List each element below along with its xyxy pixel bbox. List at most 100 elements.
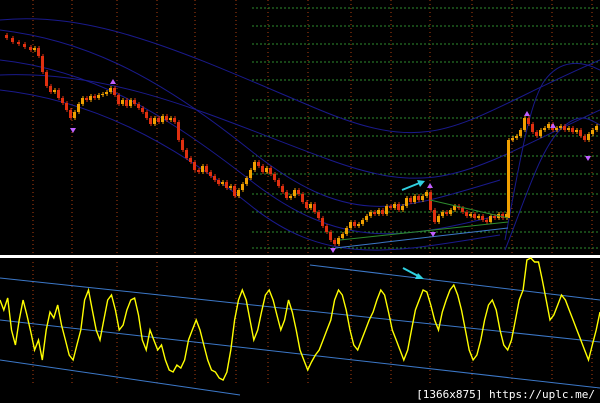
fractal-arrow-icon xyxy=(70,128,76,133)
candle-body xyxy=(41,56,44,72)
candle-body xyxy=(69,110,72,118)
candle-body xyxy=(249,170,252,178)
candle-body xyxy=(245,178,248,184)
candle-body xyxy=(105,92,108,94)
candle-body xyxy=(81,98,84,104)
candle-body xyxy=(121,100,124,104)
fractal-arrow-icon xyxy=(585,156,591,161)
candle-body xyxy=(567,128,570,130)
candle-body xyxy=(61,98,64,103)
candle-body xyxy=(587,134,590,140)
candle-body xyxy=(93,96,96,98)
candle-body xyxy=(401,206,404,210)
candle-body xyxy=(575,130,578,132)
candle-body xyxy=(177,122,180,140)
candle-body xyxy=(241,184,244,190)
chart-window[interactable]: [1366x875] https://uplc.me/ xyxy=(0,0,600,403)
candle-body xyxy=(469,214,472,216)
candle-body xyxy=(405,198,408,206)
candle-body xyxy=(37,48,40,56)
candle-body xyxy=(341,234,344,238)
osc-channel-line xyxy=(0,277,600,343)
candle-body xyxy=(205,166,208,172)
osc-channel-line xyxy=(0,319,600,389)
candle-body xyxy=(301,194,304,202)
candle-body xyxy=(161,116,164,122)
candle-body xyxy=(273,174,276,180)
candle-body xyxy=(293,190,296,196)
candle-body xyxy=(137,104,140,108)
candle-body xyxy=(559,126,562,128)
candle-body xyxy=(397,204,400,210)
candle-body xyxy=(281,186,284,192)
candle-body xyxy=(437,216,440,222)
candle-body xyxy=(305,202,308,208)
candle-body xyxy=(169,118,172,120)
candle-body xyxy=(133,100,136,104)
candle-body xyxy=(145,112,148,118)
candle-body xyxy=(425,192,428,196)
candle-body xyxy=(531,124,534,132)
candle-body xyxy=(129,100,132,106)
arrow-down-right-icon xyxy=(402,267,421,278)
candle-body xyxy=(213,176,216,180)
candle-body xyxy=(185,150,188,158)
candle-body xyxy=(555,128,558,130)
candle-body xyxy=(297,190,300,194)
candle-body xyxy=(153,118,156,124)
candle-body xyxy=(109,88,112,92)
candle-body xyxy=(361,220,364,224)
candle-body xyxy=(563,126,566,130)
candle-body xyxy=(389,206,392,208)
candle-body xyxy=(53,90,56,92)
candle-body xyxy=(357,224,360,226)
candle-body xyxy=(417,196,420,200)
candle-body xyxy=(201,166,204,172)
candle-body xyxy=(233,186,236,196)
candle-body xyxy=(453,206,456,210)
candle-body xyxy=(17,42,20,44)
candle-body xyxy=(313,204,316,212)
candle-body xyxy=(125,100,128,106)
candle-body xyxy=(5,35,8,38)
candle-body xyxy=(269,168,272,174)
candle-body xyxy=(157,118,160,122)
candle-body xyxy=(149,118,152,124)
candle-body xyxy=(345,228,348,234)
candle-body xyxy=(189,158,192,162)
candle-body xyxy=(325,226,328,232)
candle-body xyxy=(265,168,268,172)
candle-body xyxy=(547,124,550,128)
candle-body xyxy=(377,210,380,214)
candle-body xyxy=(11,38,14,42)
candle-body xyxy=(527,118,530,124)
candle-body xyxy=(445,212,448,214)
candle-body xyxy=(393,204,396,208)
candle-body xyxy=(277,180,280,186)
candle-body xyxy=(101,94,104,95)
candle-body xyxy=(333,240,336,244)
candle-body xyxy=(33,48,36,50)
candle-body xyxy=(23,44,26,47)
candle-body xyxy=(381,210,384,214)
envelope-curve xyxy=(0,59,501,235)
candle-body xyxy=(221,182,224,184)
candle-body xyxy=(141,108,144,112)
candle-body xyxy=(515,136,518,138)
candle-body xyxy=(485,220,488,222)
candle-body xyxy=(229,186,232,188)
candle-body xyxy=(261,166,264,172)
arrow-down-right-icon xyxy=(415,273,424,279)
envelope-curve xyxy=(0,18,600,134)
candle-body xyxy=(165,116,168,120)
fractal-arrow-icon xyxy=(427,183,433,188)
candle-body xyxy=(65,103,68,110)
candle-body xyxy=(225,182,228,188)
fractal-arrow-icon xyxy=(330,248,336,253)
fractal-arrow-icon xyxy=(550,123,556,128)
price-chart-panel[interactable] xyxy=(0,0,600,258)
candle-body xyxy=(97,95,100,98)
candle-body xyxy=(571,128,574,132)
candle-body xyxy=(461,208,464,212)
candle-body xyxy=(421,196,424,200)
